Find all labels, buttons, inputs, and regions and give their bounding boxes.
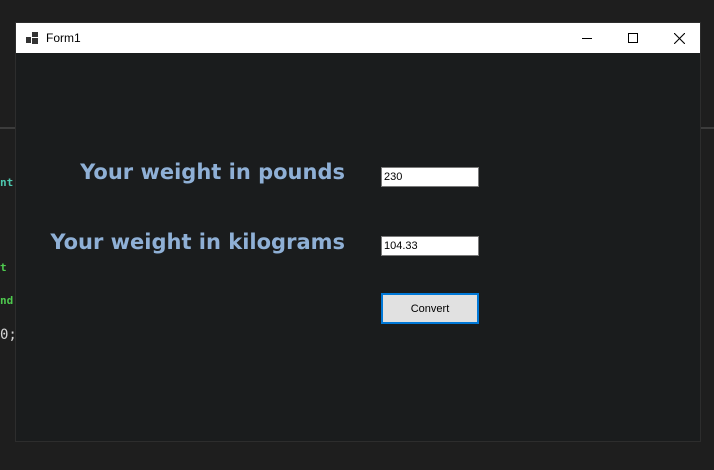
code-fragment: t (0, 261, 7, 274)
maximize-icon (628, 33, 638, 43)
form-window: Form1 Your weight in pounds Your weight … (15, 22, 701, 442)
pounds-label: Your weight in pounds (80, 160, 345, 184)
minimize-button[interactable] (564, 23, 610, 53)
convert-button[interactable]: Convert (381, 293, 479, 324)
winforms-app-icon (26, 32, 38, 44)
maximize-button[interactable] (610, 23, 656, 53)
window-title: Form1 (46, 31, 81, 45)
close-button[interactable] (656, 23, 702, 53)
minimize-icon (582, 38, 592, 39)
title-bar[interactable]: Form1 (16, 23, 700, 53)
close-icon (673, 32, 685, 44)
kilograms-label: Your weight in kilograms (50, 230, 345, 254)
kilograms-input[interactable] (381, 236, 479, 256)
pounds-input[interactable] (381, 167, 479, 187)
